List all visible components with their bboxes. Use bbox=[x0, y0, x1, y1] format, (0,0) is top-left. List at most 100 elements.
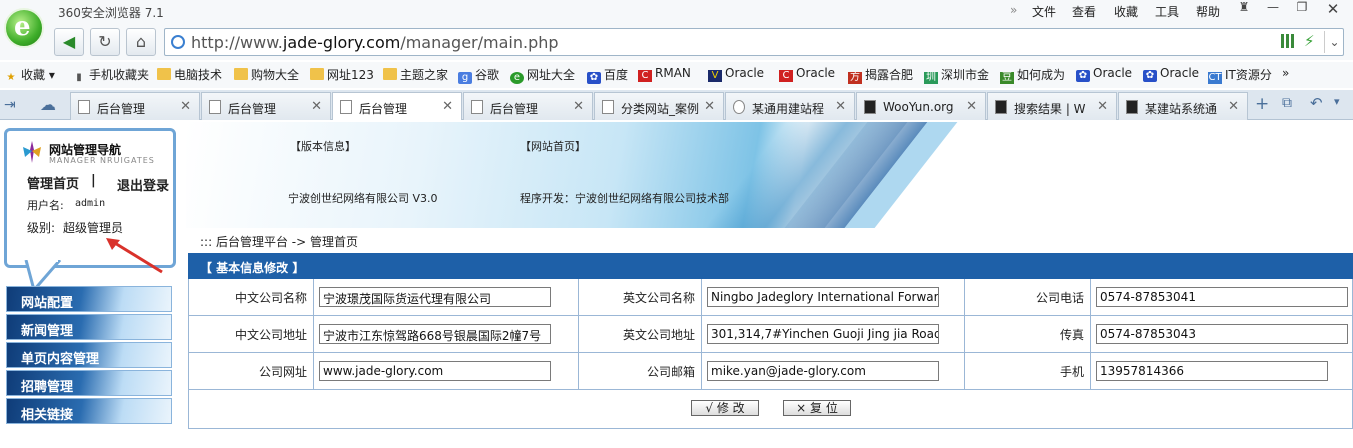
tab-bar: ⇥ ☁ 后台管理 ✕ 后台管理 ✕ 后台管理 ✕ 后台管理 ✕ 分类网站_案例 ✕ 某通用… bbox=[0, 90, 1353, 121]
cn-address-input[interactable]: 宁波市江东惊驾路668号银晨国际2幢7号 bbox=[319, 324, 551, 344]
tab-close-icon[interactable]: ✕ bbox=[1097, 99, 1108, 114]
bookmark-item[interactable]: ✿ 百度 bbox=[587, 66, 628, 84]
page-icon bbox=[340, 100, 352, 114]
website-input[interactable]: www.jade-glory.com bbox=[319, 361, 551, 381]
skin-icon[interactable]: ♜ bbox=[1233, 0, 1255, 18]
tab[interactable]: 分类网站_案例 ✕ bbox=[594, 92, 724, 120]
en-name-input[interactable]: Ningbo Jadeglory International Forwardi bbox=[707, 287, 939, 307]
new-tab-icon[interactable]: + bbox=[1255, 94, 1269, 114]
bookmark-item[interactable]: C RMAN bbox=[638, 66, 691, 82]
minimize-icon[interactable]: — bbox=[1262, 0, 1284, 18]
tab-close-icon[interactable]: ✕ bbox=[835, 99, 846, 114]
undo-close-icon[interactable]: ↶ bbox=[1310, 94, 1323, 112]
speed-mode-icon[interactable]: ⚡ bbox=[1304, 32, 1315, 50]
address-bar[interactable]: http://www.jade-glory.com/manager/main.p… bbox=[164, 28, 1344, 56]
version-info-link[interactable]: 【版本信息】 bbox=[290, 138, 356, 154]
google-icon: g bbox=[458, 72, 472, 84]
ct-icon: CT bbox=[1208, 72, 1222, 84]
bookmark-item[interactable]: e 网址大全 bbox=[510, 66, 575, 84]
fax-input[interactable]: 0574-87853043 bbox=[1096, 324, 1348, 344]
tab-close-icon[interactable]: ✕ bbox=[311, 99, 322, 114]
bookmark-item[interactable]: ▮ 手机收藏夹 bbox=[72, 66, 149, 84]
bookmarks-more-icon[interactable]: » bbox=[1282, 66, 1289, 80]
folder-icon bbox=[383, 68, 397, 80]
address-dropdown-icon[interactable]: ⌄ bbox=[1324, 31, 1344, 53]
email-input[interactable]: mike.yan@jade-glory.com bbox=[707, 361, 939, 381]
bookmark-item[interactable]: 主题之家 bbox=[383, 66, 448, 83]
menu-tools[interactable]: 工具 bbox=[1155, 3, 1179, 20]
qrcode-icon[interactable] bbox=[1281, 34, 1295, 48]
home-button[interactable]: ⌂ bbox=[126, 28, 156, 56]
bookmark-item[interactable]: g 谷歌 bbox=[458, 66, 499, 84]
more-menu-icon[interactable]: » bbox=[1010, 3, 1017, 17]
tab-close-icon[interactable]: ✕ bbox=[573, 99, 584, 114]
tab[interactable]: 某建站系统通 ✕ bbox=[1118, 92, 1248, 120]
label-mobile: 手机 bbox=[965, 353, 1091, 390]
menu-view[interactable]: 查看 bbox=[1072, 3, 1096, 20]
menu-site-config[interactable]: 网站配置 bbox=[6, 286, 172, 312]
restore-tabs-icon[interactable]: ⧉ bbox=[1282, 95, 1292, 111]
bookmark-item[interactable]: ✿ Oracle bbox=[1076, 66, 1132, 82]
reset-button[interactable]: × 复 位 bbox=[783, 400, 851, 416]
phone-input[interactable]: 0574-87853041 bbox=[1096, 287, 1348, 307]
bookmark-item[interactable]: 网址123 bbox=[310, 66, 374, 83]
bookmark-item[interactable]: ✿ Oracle bbox=[1143, 66, 1199, 82]
mobile-input[interactable]: 13957814366 bbox=[1096, 361, 1328, 381]
tab-active[interactable]: 后台管理 ✕ bbox=[332, 92, 462, 121]
star-icon: ★ bbox=[6, 72, 16, 83]
tab[interactable]: 搜索结果 | W ✕ bbox=[987, 92, 1117, 120]
tab-close-icon[interactable]: ✕ bbox=[442, 99, 453, 114]
bookmark-item[interactable]: 豆如何成为 bbox=[1000, 66, 1065, 84]
logout-link[interactable]: 退出登录 bbox=[117, 175, 169, 194]
submit-button[interactable]: √ 修 改 bbox=[691, 400, 759, 416]
tab[interactable]: 后台管理 ✕ bbox=[201, 92, 331, 120]
username-label: 用户名: bbox=[27, 199, 64, 212]
tab[interactable]: WooYun.org ✕ bbox=[856, 92, 986, 120]
sidebar-toggle-icon[interactable]: ⇥ bbox=[4, 97, 16, 113]
browser-logo-icon[interactable]: e bbox=[4, 8, 44, 48]
label-cn-name: 中文公司名称 bbox=[189, 279, 314, 316]
tab[interactable]: 后台管理 ✕ bbox=[70, 92, 200, 120]
bookmark-item[interactable]: 方揭露合肥 bbox=[848, 66, 913, 84]
label-cn-address: 中文公司地址 bbox=[189, 316, 314, 353]
tab-menu-dropdown-icon[interactable]: ▾ bbox=[1334, 95, 1340, 108]
menu-file[interactable]: 文件 bbox=[1032, 3, 1056, 20]
menu-links[interactable]: 相关链接 bbox=[6, 398, 172, 424]
menu-recruitment[interactable]: 招聘管理 bbox=[6, 370, 172, 396]
tab-close-icon[interactable]: ✕ bbox=[704, 99, 715, 114]
menu-news[interactable]: 新闻管理 bbox=[6, 314, 172, 340]
label-website: 公司网址 bbox=[189, 353, 314, 390]
home-link[interactable]: 管理首页 bbox=[27, 173, 79, 192]
folder-icon bbox=[157, 68, 171, 80]
cloud-icon[interactable]: ☁ bbox=[40, 95, 56, 114]
tab-close-icon[interactable]: ✕ bbox=[1228, 99, 1239, 114]
baidu-paw-icon: ✿ bbox=[587, 72, 601, 84]
bookmark-item[interactable]: 电脑技术 bbox=[157, 66, 222, 83]
bookmark-item[interactable]: 购物大全 bbox=[234, 66, 299, 83]
tab-close-icon[interactable]: ✕ bbox=[180, 99, 191, 114]
tab[interactable]: 后台管理 ✕ bbox=[463, 92, 593, 120]
en-address-input[interactable]: 301,314,7#Yinchen Guoji Jing jia Road, bbox=[707, 324, 939, 344]
back-button[interactable]: ◀ bbox=[54, 28, 84, 56]
baidu-paw-icon: ✿ bbox=[1143, 70, 1157, 82]
globe-icon bbox=[171, 35, 185, 49]
oracle-c-icon: C bbox=[638, 70, 652, 82]
bookmark-item[interactable]: C Oracle bbox=[779, 66, 835, 82]
tab-close-icon[interactable]: ✕ bbox=[966, 99, 977, 114]
bookmark-item[interactable]: 圳深圳市金 bbox=[924, 66, 989, 84]
cn-name-input[interactable]: 宁波璟茂国际货运代理有限公司 bbox=[319, 287, 551, 307]
bookmark-favorites[interactable]: ★ 收藏 ▾ bbox=[4, 66, 55, 84]
menu-single-page[interactable]: 单页内容管理 bbox=[6, 342, 172, 368]
bookmark-item[interactable]: CT IT资源分 bbox=[1208, 66, 1272, 84]
close-icon[interactable]: ✕ bbox=[1322, 0, 1344, 18]
menu-favorites[interactable]: 收藏 bbox=[1114, 3, 1138, 20]
bookmark-item[interactable]: V Oracle bbox=[708, 66, 764, 82]
restore-icon[interactable]: ❐ bbox=[1291, 0, 1313, 18]
tab[interactable]: 某通用建站程 ✕ bbox=[725, 92, 855, 120]
label-en-address: 英文公司地址 bbox=[579, 316, 702, 353]
level-label: 级别: bbox=[27, 221, 56, 235]
menu-help[interactable]: 帮助 bbox=[1196, 3, 1220, 20]
refresh-button[interactable]: ↻ bbox=[90, 28, 120, 56]
site-home-link[interactable]: 【网站首页】 bbox=[520, 138, 586, 154]
link-separator: | bbox=[91, 173, 96, 188]
